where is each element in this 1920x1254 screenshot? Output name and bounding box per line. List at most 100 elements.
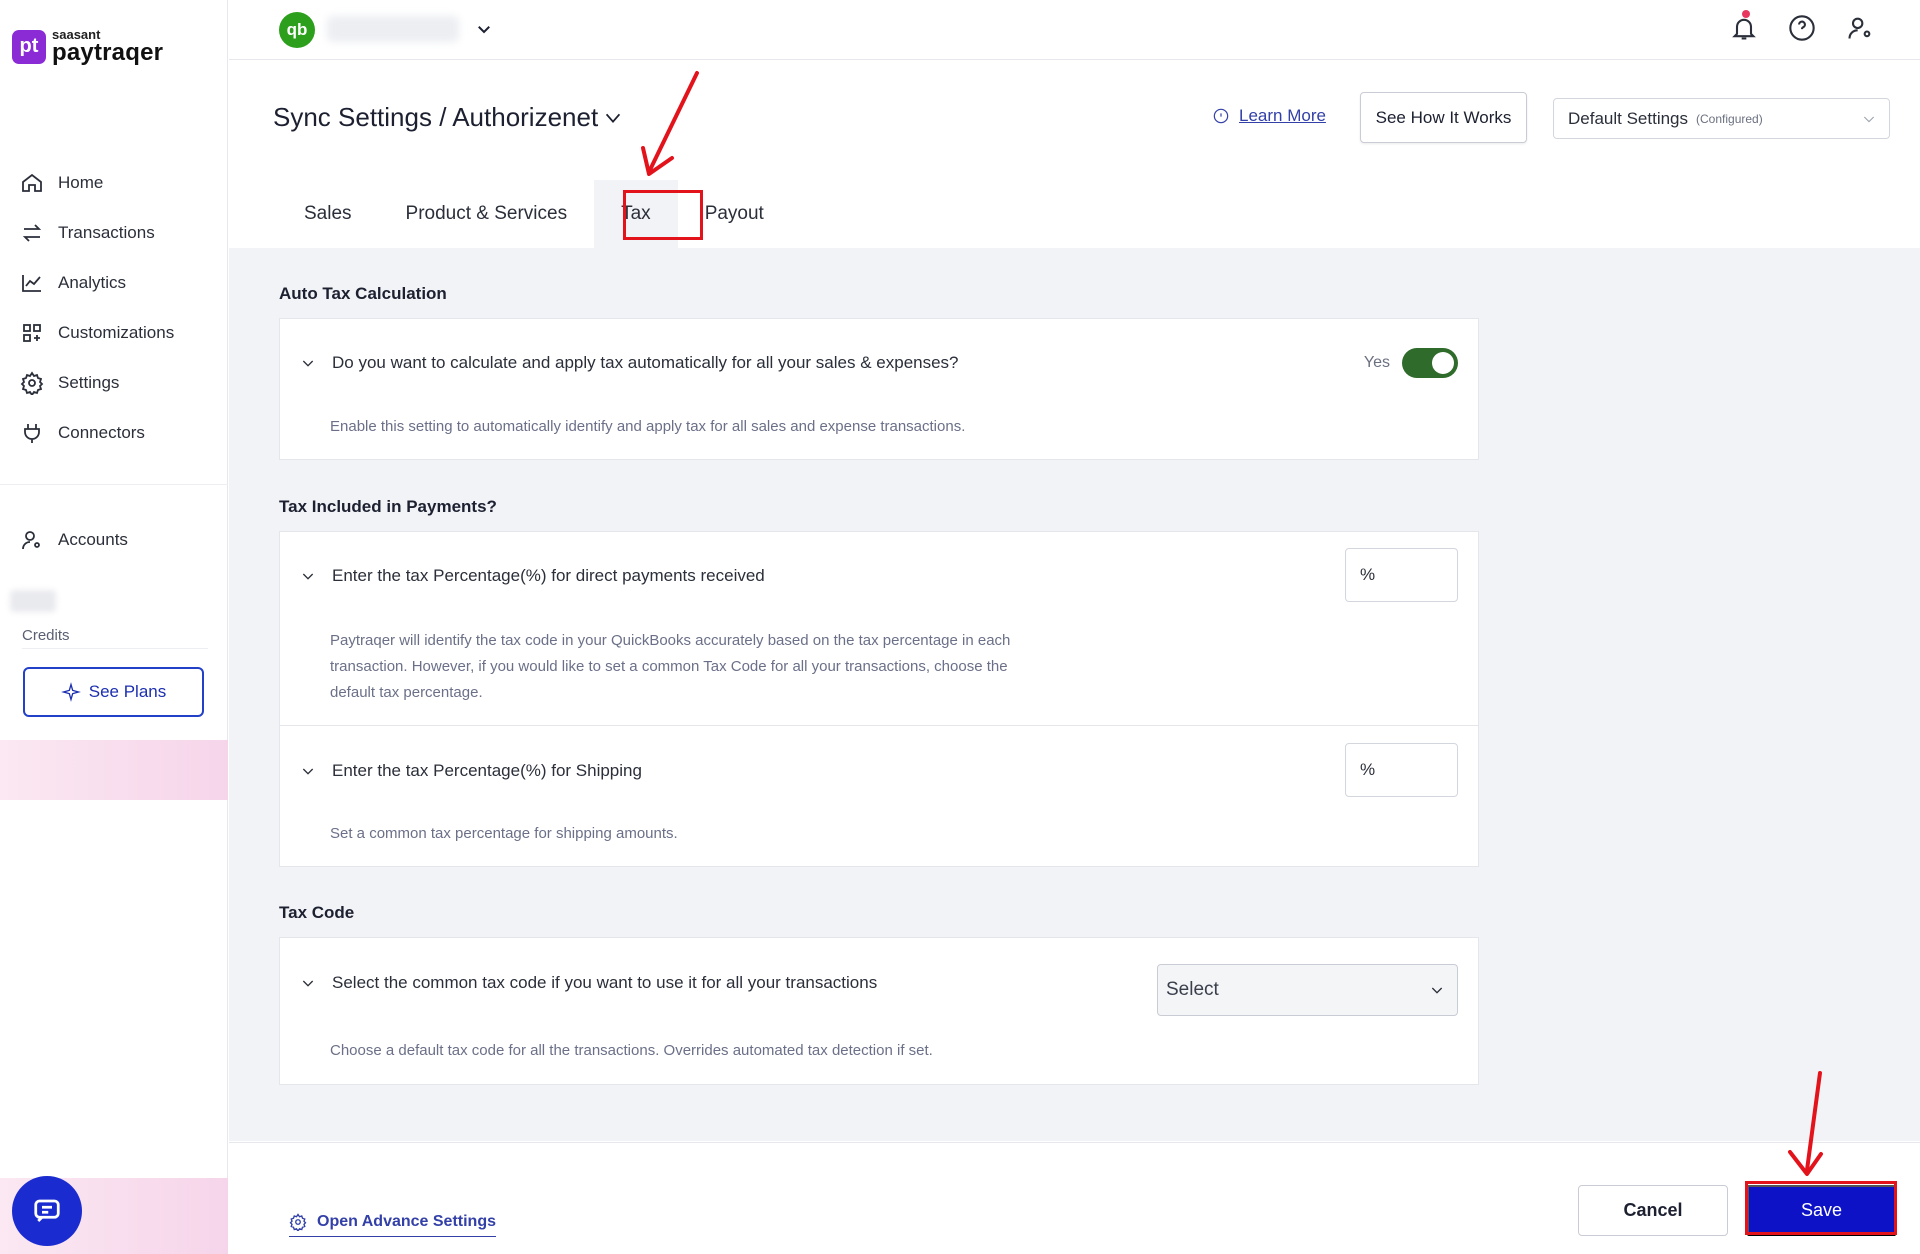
direct-payments-question: Enter the tax Percentage(%) for direct p… xyxy=(332,566,765,585)
learn-more-link[interactable]: Learn More xyxy=(1239,106,1326,126)
shipping-description: Set a common tax percentage for shipping… xyxy=(330,825,678,842)
top-bar: qb xyxy=(229,0,1920,60)
chevron-down-icon[interactable] xyxy=(475,20,493,38)
sidebar-item-customizations[interactable]: Customizations xyxy=(0,308,228,358)
settings-icon xyxy=(20,371,44,395)
home-icon xyxy=(22,173,42,192)
user-settings-button[interactable] xyxy=(1844,12,1876,44)
auto-tax-description: Enable this setting to automatically ide… xyxy=(330,418,966,435)
sidebar-item-home[interactable]: Home xyxy=(0,158,228,208)
sidebar-decoration xyxy=(0,740,228,800)
chevron-down-icon xyxy=(1863,116,1875,123)
sparkle-icon xyxy=(60,682,81,702)
credits-value-redacted xyxy=(10,590,56,612)
card-divider xyxy=(280,725,1478,726)
advance-settings-label: Open Advance Settings xyxy=(317,1213,496,1230)
connectors-icon xyxy=(24,424,40,443)
tax-tab-arrow xyxy=(641,71,699,176)
footer-bar: Open Advance Settings Cancel Save xyxy=(229,1142,1920,1254)
customizations-icon xyxy=(23,324,41,342)
notification-dot xyxy=(1742,10,1750,18)
tax-code-question: Select the common tax code if you want t… xyxy=(332,973,878,992)
direct-payments-percent-input[interactable]: % xyxy=(1345,548,1458,602)
help-button[interactable] xyxy=(1786,12,1818,44)
sidebar: pt saasant paytraqer Home Transactions A… xyxy=(0,0,228,1254)
transactions-icon xyxy=(22,224,42,242)
sidebar-item-analytics[interactable]: Analytics xyxy=(0,258,228,308)
direct-payments-description: Paytraqer will identify the tax code in … xyxy=(330,628,1010,706)
tax-included-card: Enter the tax Percentage(%) for direct p… xyxy=(279,531,1479,867)
paytraqer-logo[interactable]: pt saasant paytraqer xyxy=(12,28,163,65)
tax-code-card: Select the common tax code if you want t… xyxy=(279,937,1479,1085)
sidebar-item-accounts[interactable]: Accounts xyxy=(0,515,128,565)
sidebar-item-label: Settings xyxy=(58,373,120,392)
tax-code-title: Tax Code xyxy=(279,903,355,922)
chevron-down-icon xyxy=(302,360,314,367)
auto-tax-card: Do you want to calculate and apply tax a… xyxy=(279,318,1479,460)
shipping-percent-input[interactable]: % xyxy=(1345,743,1458,797)
tax-tab-highlight xyxy=(623,190,703,240)
tab-product-services[interactable]: Product & Services xyxy=(379,180,595,248)
tax-code-select[interactable]: Select xyxy=(1157,964,1458,1016)
tax-included-title: Tax Included in Payments? xyxy=(279,497,497,516)
settings-tabs: Sales Product & Services Tax Payout xyxy=(229,180,791,248)
user-settings-icon xyxy=(1848,17,1871,39)
cancel-button[interactable]: Cancel xyxy=(1578,1185,1728,1236)
description-line: Paytraqer will identify the tax code in … xyxy=(330,632,1011,649)
company-name-redacted[interactable] xyxy=(327,16,459,42)
description-line: default tax percentage. xyxy=(330,684,483,701)
tax-code-description: Choose a default tax code for all the tr… xyxy=(330,1042,933,1059)
toggle-label: Yes xyxy=(1363,354,1390,371)
save-button-highlight xyxy=(1745,1181,1897,1235)
auto-tax-title: Auto Tax Calculation xyxy=(279,284,447,303)
auto-tax-toggle[interactable] xyxy=(1402,348,1458,378)
chevron-down-icon xyxy=(302,980,314,987)
configured-note: (Configured) xyxy=(1696,111,1763,126)
tax-code-question-row[interactable]: Select the common tax code if you want t… xyxy=(300,973,877,993)
auto-tax-toggle-group: Yes xyxy=(1364,348,1458,378)
see-plans-label: See Plans xyxy=(88,682,167,701)
auto-tax-question-row[interactable]: Do you want to calculate and apply tax a… xyxy=(300,353,959,373)
chat-icon xyxy=(34,1199,60,1222)
logo-mark: pt xyxy=(12,29,46,64)
sidebar-nav: Home Transactions Analytics Customizatio… xyxy=(0,158,228,458)
top-icons xyxy=(1728,10,1876,44)
sidebar-item-label: Analytics xyxy=(58,273,127,292)
default-settings-value: Default Settings xyxy=(1568,108,1689,128)
see-how-it-works-button[interactable]: See How It Works xyxy=(1360,92,1527,143)
info-icon xyxy=(1213,108,1229,124)
logo-brand-name: paytraqer xyxy=(52,39,164,66)
sidebar-item-label: Home xyxy=(58,173,104,192)
see-plans-button[interactable]: See Plans xyxy=(23,667,204,717)
tab-sales[interactable]: Sales xyxy=(229,180,379,248)
quickbooks-logo: qb xyxy=(279,12,315,48)
chevron-down-icon xyxy=(1431,987,1443,994)
sidebar-item-settings[interactable]: Settings xyxy=(0,358,228,408)
page-title[interactable]: Sync Settings / Authorizenet xyxy=(273,102,624,133)
gear-icon xyxy=(289,1213,307,1231)
sidebar-item-label: Accounts xyxy=(58,530,128,549)
auto-tax-question: Do you want to calculate and apply tax a… xyxy=(332,353,959,372)
default-settings-dropdown[interactable]: Default Settings (Configured) xyxy=(1553,98,1890,139)
bell-icon xyxy=(1732,18,1756,40)
sidebar-divider xyxy=(0,484,228,485)
sidebar-item-transactions[interactable]: Transactions xyxy=(0,208,228,258)
learn-more: Learn More xyxy=(1213,106,1326,126)
accounts-icon xyxy=(22,531,40,550)
shipping-question-row[interactable]: Enter the tax Percentage(%) for Shipping xyxy=(300,761,642,781)
credits-label: Credits xyxy=(22,627,70,644)
shipping-question: Enter the tax Percentage(%) for Shipping xyxy=(332,761,642,780)
chevron-down-icon xyxy=(302,573,314,580)
sidebar-item-label: Connectors xyxy=(58,423,145,442)
notifications-button[interactable] xyxy=(1728,10,1760,44)
save-button-arrow xyxy=(1788,1071,1823,1176)
page-title-text: Sync Settings / Authorizenet xyxy=(273,102,599,132)
sidebar-item-label: Transactions xyxy=(58,223,155,242)
help-icon xyxy=(1789,15,1815,41)
open-advance-settings-link[interactable]: Open Advance Settings xyxy=(289,1213,496,1237)
chat-support-button[interactable] xyxy=(12,1176,82,1246)
direct-payments-question-row[interactable]: Enter the tax Percentage(%) for direct p… xyxy=(300,566,765,586)
credits-divider xyxy=(22,648,208,649)
sidebar-item-label: Customizations xyxy=(58,323,175,342)
sidebar-item-connectors[interactable]: Connectors xyxy=(0,408,228,458)
